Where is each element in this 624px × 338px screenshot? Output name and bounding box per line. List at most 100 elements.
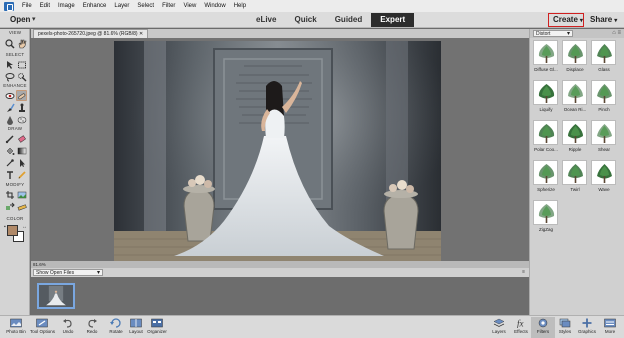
menu-window[interactable]: Window xyxy=(200,0,229,12)
filter-label: Glass xyxy=(598,67,610,72)
filter-item[interactable]: Ocean Ri... xyxy=(561,80,589,116)
filters-button[interactable]: Filters xyxy=(531,317,555,338)
filter-item[interactable]: Ripple xyxy=(561,120,589,156)
hand-icon[interactable] xyxy=(16,38,27,49)
filter-item[interactable]: Liquify xyxy=(532,80,560,116)
more-label: More xyxy=(604,329,616,334)
share-button[interactable]: Share ▾ xyxy=(590,15,617,24)
eraser-icon[interactable] xyxy=(16,133,27,144)
photo-bin-thumbnail[interactable] xyxy=(37,283,75,309)
color-picker-icon[interactable] xyxy=(4,157,15,168)
section-view: VIEW xyxy=(8,30,22,35)
content-aware-move-icon[interactable] xyxy=(4,201,15,212)
menu-edit[interactable]: Edit xyxy=(36,0,54,12)
swap-colors-icon[interactable]: ↔ xyxy=(22,224,27,230)
redo-icon xyxy=(88,319,97,328)
filter-item[interactable]: Polar Coo... xyxy=(532,120,560,156)
custom-shape-icon[interactable] xyxy=(16,157,27,168)
menu-layer[interactable]: Layer xyxy=(110,0,133,12)
filter-item[interactable]: Pinch xyxy=(590,80,618,116)
menu-view[interactable]: View xyxy=(179,0,200,12)
zoom-icon[interactable] xyxy=(4,38,15,49)
filter-thumbnail xyxy=(533,200,558,225)
paint-bucket-icon[interactable] xyxy=(4,145,15,156)
tool-options-icon xyxy=(36,318,48,328)
graphics-label: Graphics xyxy=(577,329,596,334)
tab-guided[interactable]: Guided xyxy=(326,13,372,27)
lasso-icon[interactable] xyxy=(4,71,15,82)
smart-brush-icon[interactable] xyxy=(4,102,15,113)
filter-label: Spherize xyxy=(537,187,555,192)
effects-button[interactable]: fx Effects xyxy=(509,317,533,338)
open-button[interactable]: Open xyxy=(10,15,30,24)
organizer-button[interactable]: Organizer xyxy=(145,317,169,338)
styles-button[interactable]: Styles xyxy=(553,317,577,338)
recompose-icon[interactable] xyxy=(16,189,27,200)
filter-label: Ocean Ri... xyxy=(563,107,587,112)
open-dropdown-icon[interactable]: ▾ xyxy=(32,15,36,23)
filter-thumbnail xyxy=(562,160,587,185)
straighten-icon[interactable] xyxy=(16,201,27,212)
filter-thumbnail xyxy=(533,40,558,65)
spot-healing-icon[interactable] xyxy=(16,90,27,101)
filter-item[interactable]: Displace xyxy=(561,40,589,76)
canvas-area[interactable] xyxy=(31,38,529,261)
tab-expert[interactable]: Expert xyxy=(371,13,415,27)
document-tab-bar: pexels-photo-265720.jpeg @ 81.6% (RGB/8)… xyxy=(31,29,529,38)
photo-bin-source-select[interactable]: Show Open Files ▾ xyxy=(33,269,103,276)
tool-options-button[interactable]: Tool Options xyxy=(30,317,56,338)
blur-icon[interactable] xyxy=(4,114,15,125)
menu-help[interactable]: Help xyxy=(230,0,250,12)
crop-icon[interactable] xyxy=(4,189,15,200)
menu-select[interactable]: Select xyxy=(133,0,158,12)
menu-enhance[interactable]: Enhance xyxy=(79,0,111,12)
filter-item[interactable]: Spherize xyxy=(532,160,560,196)
redo-button[interactable]: Redo xyxy=(80,317,104,338)
move-icon[interactable] xyxy=(4,59,15,70)
photo-bin-label: Photo Bin xyxy=(6,329,26,334)
create-button[interactable]: Create ▾ xyxy=(548,13,584,27)
type-icon[interactable] xyxy=(4,169,15,180)
gradient-icon[interactable] xyxy=(16,145,27,156)
filter-category-select[interactable]: Distort ▾ xyxy=(533,30,573,37)
clone-stamp-icon[interactable] xyxy=(16,102,27,113)
filter-item[interactable]: ZigZag xyxy=(532,200,560,236)
document-tab[interactable]: pexels-photo-265720.jpeg @ 81.6% (RGB/8)… xyxy=(33,29,149,38)
filter-item[interactable]: Diffuse Gl... xyxy=(532,40,560,76)
red-eye-icon[interactable] xyxy=(4,90,15,101)
filter-item[interactable]: Shear xyxy=(590,120,618,156)
filter-item[interactable]: Wave xyxy=(590,160,618,196)
default-colors-icon[interactable]: ▪ xyxy=(4,224,6,230)
menu-file[interactable]: File xyxy=(18,0,36,12)
more-button[interactable]: More xyxy=(598,317,622,338)
filter-item[interactable]: Twirl xyxy=(561,160,589,196)
layers-button[interactable]: Layers xyxy=(487,317,511,338)
sponge-icon[interactable] xyxy=(16,114,27,125)
document-image[interactable] xyxy=(114,41,441,261)
panel-menu-icon[interactable]: ≡ xyxy=(522,269,525,275)
tab-elive[interactable]: eLive xyxy=(247,13,285,27)
mode-tabs: eLive Quick Guided Expert xyxy=(247,13,415,27)
quick-selection-icon[interactable] xyxy=(16,71,27,82)
graphics-button[interactable]: Graphics xyxy=(575,317,599,338)
tool-options-label: Tool Options xyxy=(30,329,56,334)
filter-thumbnail xyxy=(591,120,616,145)
status-bar: 81.6% xyxy=(31,261,529,268)
close-icon[interactable]: ✕ xyxy=(139,31,143,37)
marquee-icon[interactable] xyxy=(16,59,27,70)
toolbox: VIEW SELECT ENHANCE DRAW MODIFY COLOR ▪ xyxy=(0,29,30,315)
undo-button[interactable]: Undo xyxy=(56,317,80,338)
photo-bin-button[interactable]: Photo Bin xyxy=(4,317,28,338)
zoom-level[interactable]: 81.6% xyxy=(33,261,46,268)
tab-quick[interactable]: Quick xyxy=(285,13,325,27)
redo-label: Redo xyxy=(86,329,98,334)
menu-image[interactable]: Image xyxy=(54,0,79,12)
brush-icon[interactable] xyxy=(4,133,15,144)
foreground-color-swatch[interactable] xyxy=(7,225,18,236)
pencil-icon[interactable] xyxy=(16,169,27,180)
menu-filter[interactable]: Filter xyxy=(158,0,179,12)
filter-item[interactable]: Glass xyxy=(590,40,618,76)
filters-panel: Distort ▾ ⌂ ≡ Diffuse Gl... Displace Glass L… xyxy=(529,29,624,315)
undo-icon xyxy=(63,319,72,328)
panel-options-icon[interactable]: ⌂ ≡ xyxy=(612,30,621,36)
